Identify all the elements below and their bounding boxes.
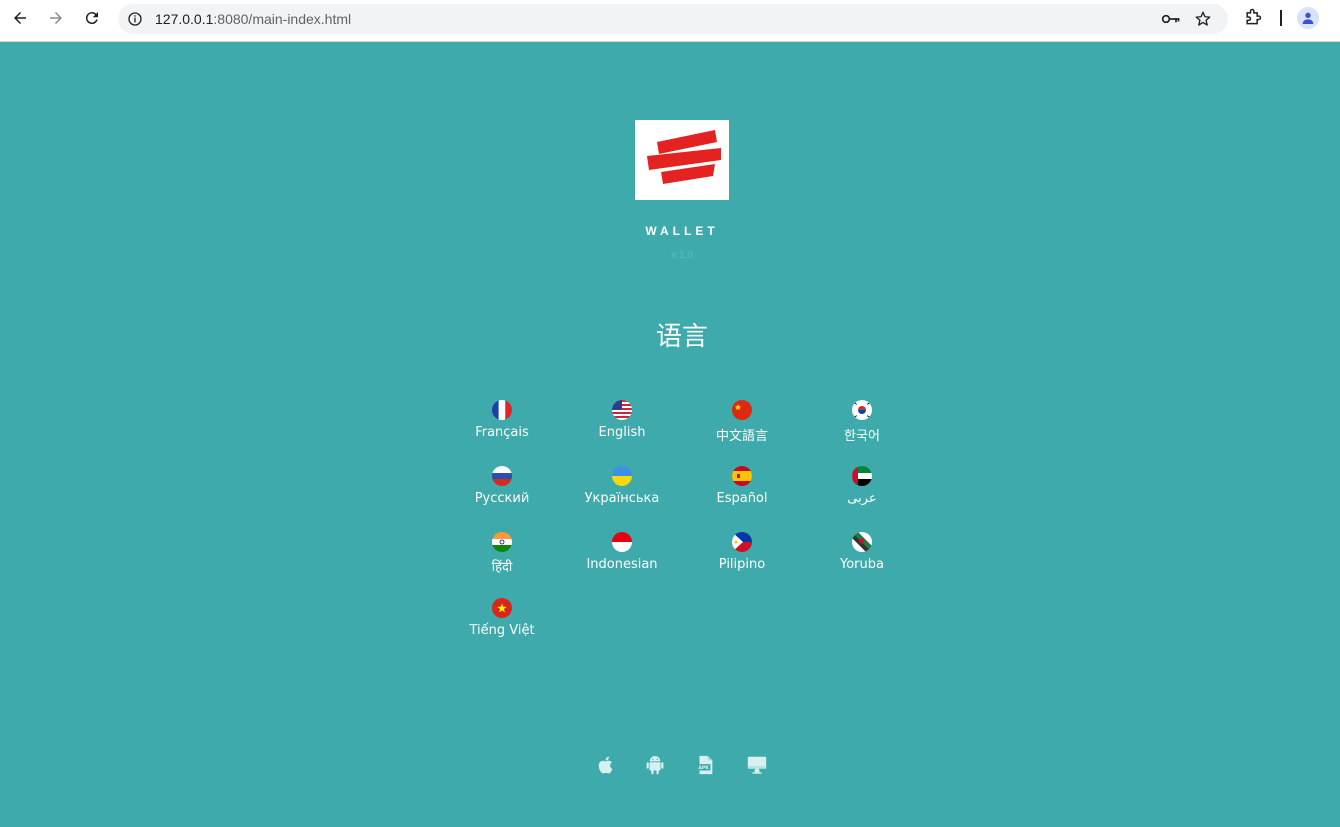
url-host: 127.0.0.1 [155,11,214,27]
language-label: Yoruba [840,557,884,572]
brand-title: WALLET [645,224,719,238]
language-option-vi[interactable]: Tiếng Việt [447,598,557,638]
language-option-hi[interactable]: हिंदी [447,532,557,575]
language-option-fil[interactable]: Pilipino [687,532,797,572]
language-option-en[interactable]: English [567,400,677,440]
arrow-right-icon [50,12,62,24]
yoruba-flag-icon [852,532,872,552]
language-label: 한국어 [844,429,880,444]
language-label: Español [716,491,768,506]
desktop-icon [747,756,767,774]
language-option-ar[interactable]: عربى [807,466,917,506]
extensions-icon[interactable] [1243,7,1263,27]
spain-flag-icon [732,466,752,486]
india-flag-icon [492,532,512,552]
ukraine-flag-icon [612,466,632,486]
forward-button[interactable] [42,7,70,29]
profile-avatar[interactable] [1297,7,1319,29]
language-label: عربى [847,491,877,506]
indonesia-flag-icon [612,532,632,552]
apple-download-link[interactable] [595,754,617,776]
language-section-title: 语言 [655,322,708,352]
url-path: :8080/main-index.html [213,11,352,27]
language-label: Indonesian [586,557,658,572]
language-option-zh[interactable]: 中文語言 [687,400,797,444]
language-option-id[interactable]: Indonesian [567,532,677,572]
language-label: Українська [584,491,660,506]
address-bar[interactable]: 127.0.0.1:8080/main-index.html [118,4,1228,34]
arrow-left-icon [14,12,26,24]
language-label: Pilipino [718,557,766,572]
apple-icon [598,756,613,774]
browser-toolbar: 127.0.0.1:8080/main-index.html [0,0,1340,42]
uae-flag-icon [852,466,872,486]
desktop-download-link[interactable] [746,754,768,776]
language-option-ru[interactable]: Русский [447,466,557,506]
language-option-es[interactable]: Español [687,466,797,506]
philippines-flag-icon [732,532,752,552]
usa-flag-icon [612,400,632,420]
france-flag-icon [492,400,512,420]
vietnam-flag-icon [492,598,512,618]
logo-mark-icon [647,130,721,184]
reload-button[interactable] [78,7,106,29]
bookmark-star-icon[interactable] [1194,10,1212,28]
russia-flag-icon [492,466,512,486]
language-label: 中文語言 [715,429,768,444]
wallet-logo [635,120,729,200]
android-download-link[interactable] [644,754,666,776]
url-text: 127.0.0.1:8080/main-index.html [155,11,351,27]
toolbar-divider [1280,10,1282,26]
language-label: Français [475,425,529,440]
language-option-fr[interactable]: Français [447,400,557,440]
language-option-uk[interactable]: Українська [567,466,677,506]
version-text: v 1.0 [671,250,693,261]
svg-text:APK: APK [698,765,709,771]
back-button[interactable] [6,7,34,29]
china-flag-icon [732,400,752,420]
language-label: English [598,425,646,440]
key-icon[interactable] [1161,11,1181,27]
korea-flag-icon [852,400,872,420]
apk-download-link[interactable]: APK [694,754,716,776]
android-icon [646,756,664,775]
language-option-yo[interactable]: Yoruba [807,532,917,572]
apk-icon: APK [696,755,713,775]
language-label: Tiếng Việt [469,623,535,638]
language-label: हिंदी [491,560,513,575]
reload-icon [85,12,98,25]
person-icon [1302,12,1314,24]
language-option-ko[interactable]: 한국어 [807,400,917,444]
language-label: Русский [474,491,530,506]
info-icon[interactable] [127,11,143,27]
